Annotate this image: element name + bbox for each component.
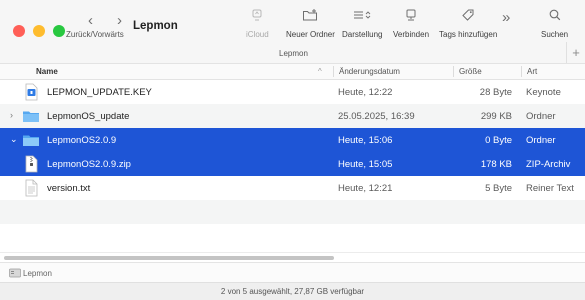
window-title: Lepmon <box>133 20 178 32</box>
column-kind[interactable]: Art <box>527 67 537 76</box>
file-name: LEPMON_UPDATE.KEY <box>47 87 152 98</box>
column-separator[interactable] <box>453 66 454 77</box>
drive-icon <box>9 268 21 278</box>
icloud-button[interactable]: iCloud <box>246 8 269 39</box>
disclosure-chevron-down-icon[interactable]: ⌄ <box>10 134 18 145</box>
column-separator[interactable] <box>521 66 522 77</box>
window-controls <box>13 25 65 37</box>
file-row[interactable]: › LepmonOS_update 25.05.2025, 16:39 299 … <box>0 104 585 128</box>
chevron-double-right-icon: » <box>502 9 511 26</box>
file-row[interactable]: version.txt Heute, 12:21 5 Byte Reiner T… <box>0 176 585 200</box>
column-name[interactable]: Name <box>36 67 58 76</box>
text-file-icon <box>25 179 38 197</box>
folder-icon <box>23 135 39 146</box>
file-kind: ZIP-Archiv <box>526 159 571 170</box>
file-modified: Heute, 15:05 <box>338 159 393 170</box>
path-item[interactable]: Lepmon <box>23 269 52 278</box>
file-list: LEPMON_UPDATE.KEY Heute, 12:22 28 Byte K… <box>0 80 585 248</box>
view-button[interactable]: Darstellung <box>342 8 382 39</box>
file-name: LepmonOS2.0.9 <box>47 135 117 146</box>
status-bar: 2 von 5 ausgewählt, 27,87 GB verfügbar <box>0 282 585 300</box>
folder-icon <box>23 111 39 122</box>
search-button[interactable]: Suchen <box>541 8 568 39</box>
disclosure-chevron-right-icon[interactable]: › <box>10 110 13 120</box>
path-bar: Lepmon <box>0 262 585 282</box>
column-size[interactable]: Größe <box>459 67 482 76</box>
group-tab-label: Lepmon <box>279 49 308 58</box>
sort-ascending-icon: ^ <box>318 67 322 76</box>
add-tab-button[interactable]: + <box>566 42 585 63</box>
file-kind: Keynote <box>526 87 561 98</box>
file-size: 178 KB <box>480 159 512 170</box>
toolbar: ‹ › Zurück/Vorwärts Lepmon iCloud Neuer … <box>0 0 585 63</box>
back-button[interactable]: ‹ <box>88 13 93 29</box>
nav-label: Zurück/Vorwärts <box>66 30 124 39</box>
file-kind: Reiner Text <box>526 183 574 194</box>
file-kind: Ordner <box>526 111 556 122</box>
file-size: 5 Byte <box>485 183 512 194</box>
file-row-selected[interactable]: ⌄ LepmonOS2.0.9 Heute, 15:06 0 Byte Ordn… <box>0 128 585 152</box>
horizontal-scrollbar[interactable] <box>0 252 585 262</box>
zoom-window-button[interactable] <box>53 25 65 37</box>
minimize-window-button[interactable] <box>33 25 45 37</box>
new-folder-icon <box>286 8 335 26</box>
file-modified: Heute, 12:21 <box>338 183 393 194</box>
connect-label: Verbinden <box>393 30 430 39</box>
file-size: 0 Byte <box>485 135 512 146</box>
empty-row <box>0 200 585 224</box>
view-label: Darstellung <box>342 30 383 39</box>
file-kind: Ordner <box>526 135 556 146</box>
empty-row <box>0 224 585 248</box>
icloud-icon <box>246 8 269 26</box>
forward-button[interactable]: › <box>117 13 122 29</box>
file-row-selected[interactable]: LepmonOS2.0.9.zip Heute, 15:05 178 KB ZI… <box>0 152 585 176</box>
more-toolbar-items-button[interactable]: » <box>502 9 510 27</box>
add-tags-label: Tags hinzufügen <box>439 30 498 39</box>
file-modified: Heute, 12:22 <box>338 87 393 98</box>
server-icon <box>393 8 429 26</box>
search-label: Suchen <box>541 30 569 39</box>
file-row[interactable]: LEPMON_UPDATE.KEY Heute, 12:22 28 Byte K… <box>0 80 585 104</box>
file-name: version.txt <box>47 183 91 194</box>
new-folder-label: Neuer Ordner <box>286 30 335 39</box>
file-modified: 25.05.2025, 16:39 <box>338 111 415 122</box>
file-name: LepmonOS_update <box>47 111 130 122</box>
add-tags-button[interactable]: Tags hinzufügen <box>439 8 497 39</box>
tag-icon <box>439 8 497 26</box>
connect-button[interactable]: Verbinden <box>393 8 429 39</box>
icloud-label: iCloud <box>246 30 269 39</box>
navigation-arrows: ‹ › <box>88 13 122 29</box>
column-modified[interactable]: Änderungsdatum <box>339 67 400 76</box>
column-separator[interactable] <box>333 66 334 77</box>
new-folder-button[interactable]: Neuer Ordner <box>286 8 335 39</box>
close-window-button[interactable] <box>13 25 25 37</box>
keynote-file-icon <box>25 83 38 101</box>
list-view-icon <box>342 8 382 26</box>
column-header: Name ^ Änderungsdatum Größe Art <box>0 63 585 80</box>
file-modified: Heute, 15:06 <box>338 135 393 146</box>
search-icon <box>541 8 568 26</box>
zip-file-icon <box>25 155 38 173</box>
file-size: 28 Byte <box>479 87 512 98</box>
file-name: LepmonOS2.0.9.zip <box>47 159 131 170</box>
file-size: 299 KB <box>480 111 512 122</box>
scrollbar-thumb[interactable] <box>4 256 334 260</box>
